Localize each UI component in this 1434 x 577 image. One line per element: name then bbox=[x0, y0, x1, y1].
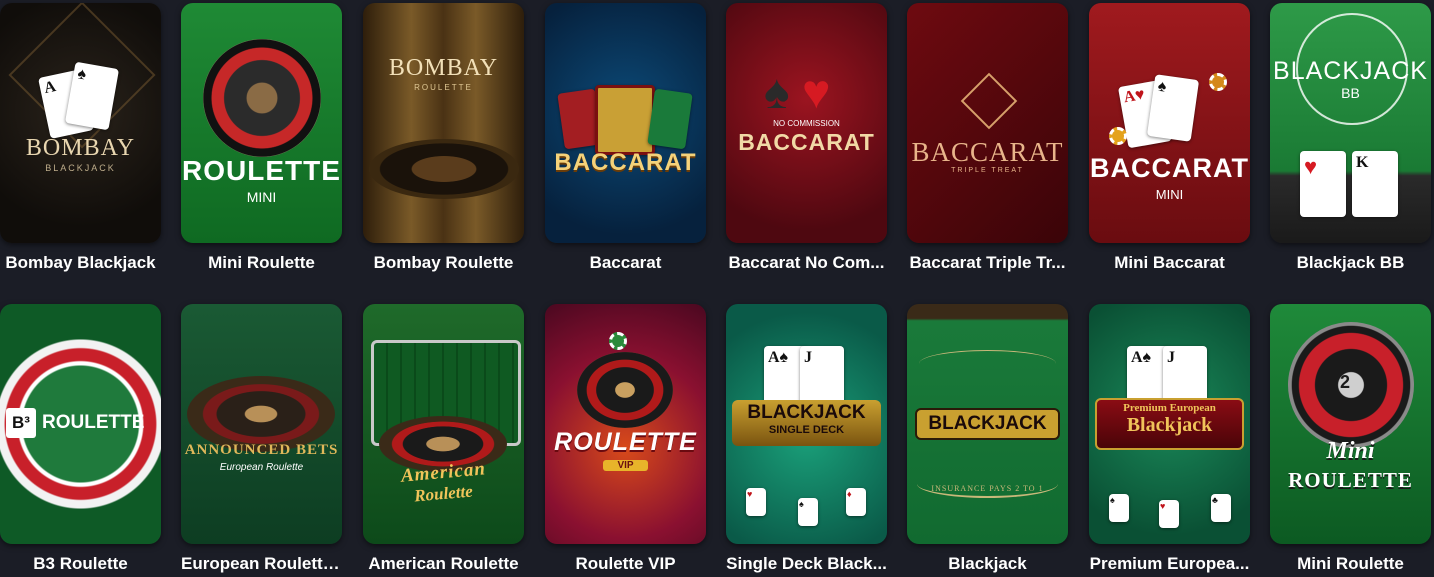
game-tile-american-roulette[interactable]: American Roulette American Roulette bbox=[363, 304, 524, 574]
game-thumbnail[interactable]: ANNOUNCED BETS European Roulette bbox=[181, 304, 342, 544]
game-title[interactable]: Bombay Blackjack bbox=[0, 253, 161, 273]
game-grid: A ♠ BOMBAY BLACKJACK Bombay Blackjack RO… bbox=[0, 0, 1434, 577]
game-logo-text: BLACKJACK bbox=[1273, 57, 1428, 85]
game-logo-subtext: NO COMMISSION bbox=[773, 119, 840, 128]
game-logo-text: BACCARAT bbox=[738, 129, 875, 155]
game-title[interactable]: Bombay Roulette bbox=[363, 253, 524, 273]
game-tile-b3-roulette[interactable]: B³ ROULETTE B3 Roulette bbox=[0, 304, 161, 574]
game-logo-text: BLACKJACK bbox=[747, 402, 866, 423]
game-logo-subtext: Premium European bbox=[1123, 402, 1216, 414]
game-logo-text: BLACKJACK bbox=[928, 413, 1047, 434]
game-logo-subtext: B³ bbox=[6, 408, 36, 438]
game-logo-subtext: European Roulette bbox=[219, 462, 304, 473]
game-tile-european-roulette[interactable]: ANNOUNCED BETS European Roulette Europea… bbox=[181, 304, 342, 574]
game-tile-baccarat[interactable]: BACCARAT Baccarat bbox=[545, 3, 706, 273]
game-logo-subtext: MINI bbox=[1155, 187, 1184, 202]
game-logo-subtext: BB bbox=[1341, 85, 1360, 101]
game-logo-subtext: SINGLE DECK bbox=[768, 424, 845, 436]
game-tile-baccarat-triple-treat[interactable]: BACCARAT TRIPLE TREAT Baccarat Triple Tr… bbox=[907, 3, 1068, 273]
game-logo-subtext: VIP bbox=[603, 460, 648, 471]
game-logo-subtext: MINI bbox=[246, 189, 277, 205]
game-logo-text: BOMBAY bbox=[388, 55, 499, 81]
game-title[interactable]: Baccarat Triple Tr... bbox=[907, 253, 1068, 273]
game-logo-text: ROULETTE bbox=[554, 428, 697, 456]
game-tile-blackjack[interactable]: BLACKJACK INSURANCE PAYS 2 TO 1 Blackjac… bbox=[907, 304, 1068, 574]
game-thumbnail[interactable]: BLACKJACK BB ♥ K bbox=[1270, 3, 1431, 243]
game-tile-mini-baccarat[interactable]: A♥ ♠ BACCARAT MINI Mini Baccarat bbox=[1089, 3, 1250, 273]
game-logo-subtext: Mini bbox=[1326, 438, 1375, 464]
game-logo-text: ROULETTE bbox=[182, 155, 341, 186]
game-title[interactable]: European Roulette... bbox=[181, 554, 342, 574]
game-title[interactable]: Roulette VIP bbox=[545, 554, 706, 574]
game-title[interactable]: American Roulette bbox=[363, 554, 524, 574]
game-logo-text: ROULETTE bbox=[1288, 468, 1413, 492]
game-title[interactable]: Baccarat No Com... bbox=[726, 253, 887, 273]
game-thumbnail[interactable]: BOMBAY ROULETTE bbox=[363, 3, 524, 243]
game-title[interactable]: B3 Roulette bbox=[0, 554, 161, 574]
game-tile-mini-roulette-2[interactable]: 2 Mini ROULETTE Mini Roulette bbox=[1270, 304, 1431, 574]
game-tile-baccarat-no-commission[interactable]: ♠ ♥ NO COMMISSION BACCARAT Baccarat No C… bbox=[726, 3, 887, 273]
game-tile-blackjack-bb[interactable]: BLACKJACK BB ♥ K Blackjack BB bbox=[1270, 3, 1431, 273]
game-tile-premium-european-blackjack[interactable]: A♠ J Premium European Blackjack ♠ ♥ ♣ Pr… bbox=[1089, 304, 1250, 574]
game-title[interactable]: Premium Europea... bbox=[1089, 554, 1250, 574]
game-thumbnail[interactable]: 2 Mini ROULETTE bbox=[1270, 304, 1431, 544]
game-logo-text: ROULETTE bbox=[42, 412, 145, 433]
game-tile-bombay-blackjack[interactable]: A ♠ BOMBAY BLACKJACK Bombay Blackjack bbox=[0, 3, 161, 273]
game-logo-text: BACCARAT bbox=[911, 137, 1064, 167]
game-logo-text: ANNOUNCED BETS bbox=[184, 442, 339, 458]
game-thumbnail[interactable]: BLACKJACK INSURANCE PAYS 2 TO 1 bbox=[907, 304, 1068, 544]
game-logo-subtext: ROULETTE bbox=[414, 83, 473, 92]
game-tile-mini-roulette[interactable]: ROULETTE MINI Mini Roulette bbox=[181, 3, 342, 273]
game-thumbnail[interactable]: BACCARAT TRIPLE TREAT bbox=[907, 3, 1068, 243]
game-logo-subtext: INSURANCE PAYS 2 TO 1 bbox=[931, 484, 1044, 493]
game-title[interactable]: Mini Roulette bbox=[181, 253, 342, 273]
game-title[interactable]: Blackjack BB bbox=[1270, 253, 1431, 273]
game-tile-single-deck-blackjack[interactable]: A♠ J BLACKJACK SINGLE DECK ♥ ♠ ♦ Single … bbox=[726, 304, 887, 574]
game-tile-bombay-roulette[interactable]: BOMBAY ROULETTE Bombay Roulette bbox=[363, 3, 524, 273]
game-thumbnail[interactable]: B³ ROULETTE bbox=[0, 304, 161, 544]
game-logo-text: BOMBAY bbox=[25, 135, 136, 161]
game-title[interactable]: Baccarat bbox=[545, 253, 706, 273]
game-logo-subtext: BLACKJACK bbox=[45, 163, 116, 173]
game-thumbnail[interactable]: A♠ J Premium European Blackjack ♠ ♥ ♣ bbox=[1089, 304, 1250, 544]
game-thumbnail[interactable]: American Roulette bbox=[363, 304, 524, 544]
game-title[interactable]: Mini Roulette bbox=[1270, 554, 1431, 574]
game-thumbnail[interactable]: ROULETTE VIP bbox=[545, 304, 706, 544]
game-logo-text: BACCARAT bbox=[1090, 153, 1249, 183]
game-title[interactable]: Blackjack bbox=[907, 554, 1068, 574]
game-title[interactable]: Mini Baccarat bbox=[1089, 253, 1250, 273]
game-thumbnail[interactable]: A♠ J BLACKJACK SINGLE DECK ♥ ♠ ♦ bbox=[726, 304, 887, 544]
game-thumbnail[interactable]: ♠ ♥ NO COMMISSION BACCARAT bbox=[726, 3, 887, 243]
game-logo-subtext: TRIPLE TREAT bbox=[951, 167, 1024, 174]
game-title[interactable]: Single Deck Black... bbox=[726, 554, 887, 574]
game-thumbnail[interactable]: BACCARAT bbox=[545, 3, 706, 243]
game-thumbnail[interactable]: ROULETTE MINI bbox=[181, 3, 342, 243]
game-tile-roulette-vip[interactable]: ROULETTE VIP Roulette VIP bbox=[545, 304, 706, 574]
game-thumbnail[interactable]: A ♠ BOMBAY BLACKJACK bbox=[0, 3, 161, 243]
game-logo-text: Blackjack bbox=[1126, 414, 1213, 436]
game-thumbnail[interactable]: A♥ ♠ BACCARAT MINI bbox=[1089, 3, 1250, 243]
game-logo-text: BACCARAT bbox=[554, 149, 697, 176]
